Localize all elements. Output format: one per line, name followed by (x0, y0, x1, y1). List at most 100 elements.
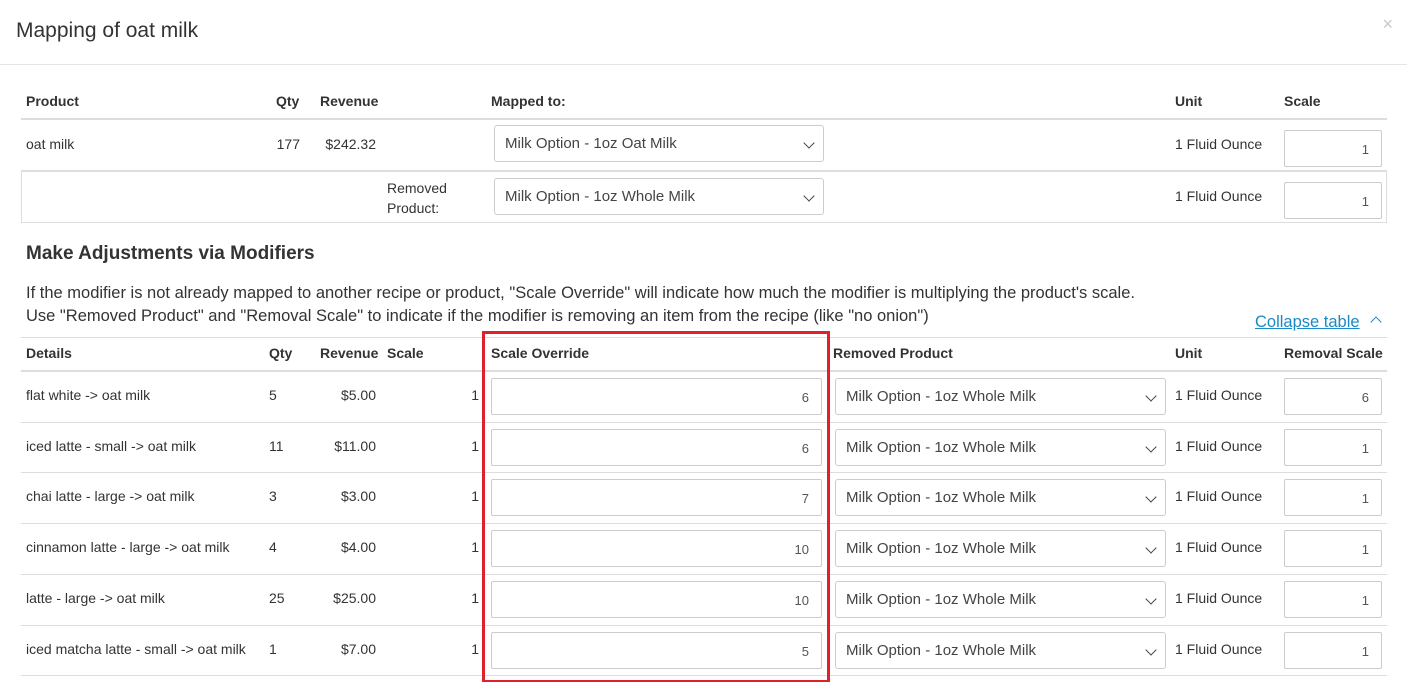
scale-override-input[interactable]: 6 (491, 378, 822, 415)
removed-product-value: Milk Option - 1oz Whole Milk (846, 591, 1037, 608)
modifier-details: chai latte - large -> oat milk (26, 488, 195, 504)
header-scale: Scale (387, 345, 424, 361)
chevron-down-icon (803, 190, 815, 202)
chevron-up-icon (1370, 316, 1382, 328)
unit-value: 1 Fluid Ounce (1175, 641, 1263, 657)
removed-product-value: Milk Option - 1oz Whole Milk (846, 388, 1037, 405)
header-product: Product (26, 93, 79, 109)
removal-scale-input[interactable]: 1 (1284, 479, 1382, 516)
removed-product-select[interactable]: Milk Option - 1oz Whole Milk (835, 429, 1166, 466)
divider (21, 170, 22, 222)
mapped-to-select[interactable]: Milk Option - 1oz Oat Milk (494, 125, 824, 162)
modifier-scale: 1 (471, 387, 479, 403)
divider (21, 370, 1387, 372)
modifier-details: cinnamon latte - large -> oat milk (26, 539, 230, 555)
modifier-revenue: $4.00 (340, 539, 376, 555)
divider (21, 222, 1387, 223)
removed-label-line1: Removed (387, 180, 447, 196)
chevron-down-icon (803, 137, 815, 149)
divider (1386, 170, 1387, 222)
modifier-qty: 5 (269, 387, 277, 403)
collapse-table-link[interactable]: Collapse table (1255, 313, 1360, 332)
removed-product-select[interactable]: Milk Option - 1oz Whole Milk (835, 378, 1166, 415)
removed-product-value: Milk Option - 1oz Whole Milk (846, 439, 1037, 456)
unit-value: 1 Fluid Ounce (1175, 136, 1263, 152)
header-qty: Qty (276, 93, 300, 109)
modifier-qty: 3 (269, 488, 277, 504)
unit-value: 1 Fluid Ounce (1175, 539, 1263, 555)
modifier-revenue: $25.00 (333, 590, 376, 606)
modifier-scale: 1 (471, 641, 479, 657)
scale-input[interactable]: 1 (1284, 130, 1382, 167)
scale-override-input[interactable]: 6 (491, 429, 822, 466)
product-name: oat milk (26, 136, 75, 152)
close-icon[interactable]: × (1382, 14, 1393, 35)
scale-override-input[interactable]: 7 (491, 479, 822, 516)
section-title: Make Adjustments via Modifiers (26, 243, 315, 264)
chevron-down-icon (1145, 491, 1157, 503)
modifier-qty: 1 (269, 641, 277, 657)
divider (21, 118, 1387, 120)
removed-product-select[interactable]: Milk Option - 1oz Whole Milk (835, 632, 1166, 669)
scale-override-input[interactable]: 5 (491, 632, 822, 669)
removed-product-select[interactable]: Milk Option - 1oz Whole Milk (494, 178, 824, 215)
removed-product-value: Milk Option - 1oz Whole Milk (505, 188, 696, 205)
removal-scale-input[interactable]: 1 (1284, 530, 1382, 567)
removal-scale-input[interactable]: 1 (1284, 581, 1382, 618)
removed-scale-input[interactable]: 1 (1284, 182, 1382, 219)
modifier-revenue: $3.00 (340, 488, 376, 504)
removed-product-select[interactable]: Milk Option - 1oz Whole Milk (835, 581, 1166, 618)
removed-product-value: Milk Option - 1oz Whole Milk (846, 540, 1037, 557)
divider (21, 472, 1387, 473)
divider (21, 675, 1387, 676)
modifier-scale: 1 (471, 590, 479, 606)
section-description: If the modifier is not already mapped to… (26, 284, 1135, 325)
removal-scale-input[interactable]: 1 (1284, 632, 1382, 669)
chevron-down-icon (1145, 542, 1157, 554)
product-revenue: $242.32 (325, 136, 376, 152)
modifier-scale: 1 (471, 438, 479, 454)
unit-value: 1 Fluid Ounce (1175, 488, 1263, 504)
chevron-down-icon (1145, 441, 1157, 453)
modifier-details: iced latte - small -> oat milk (26, 438, 196, 454)
removal-scale-input[interactable]: 6 (1284, 378, 1382, 415)
removal-scale-input[interactable]: 1 (1284, 429, 1382, 466)
unit-value: 1 Fluid Ounce (1175, 590, 1263, 606)
removed-product-value: Milk Option - 1oz Whole Milk (846, 489, 1037, 506)
removed-product-select[interactable]: Milk Option - 1oz Whole Milk (835, 530, 1166, 567)
modifier-revenue: $11.00 (334, 438, 376, 454)
chevron-down-icon (1145, 593, 1157, 605)
header-removed-product: Removed Product (833, 345, 953, 361)
header-qty: Qty (269, 345, 293, 361)
header-revenue: Revenue (320, 345, 379, 361)
header-unit: Unit (1175, 93, 1203, 109)
modifier-qty: 25 (269, 590, 285, 606)
removed-product-select[interactable]: Milk Option - 1oz Whole Milk (835, 479, 1166, 516)
header-unit: Unit (1175, 345, 1203, 361)
divider (21, 422, 1387, 423)
modifier-details: iced matcha latte - small -> oat milk (26, 641, 246, 657)
modifier-scale: 1 (471, 488, 479, 504)
modal-title: Mapping of oat milk (16, 19, 199, 42)
header-scale: Scale (1284, 93, 1321, 109)
chevron-down-icon (1145, 644, 1157, 656)
modifier-qty: 11 (269, 438, 284, 454)
removed-product-label: Removed Product: (387, 178, 447, 218)
removed-label-line2: Product: (387, 200, 440, 216)
scale-override-input[interactable]: 10 (491, 530, 822, 567)
modifier-details: flat white -> oat milk (26, 387, 151, 403)
header-scale-override: Scale Override (491, 345, 590, 361)
header-details: Details (26, 345, 72, 361)
removed-product-value: Milk Option - 1oz Whole Milk (846, 642, 1037, 659)
header-mapped-to: Mapped to: (491, 93, 566, 109)
modifier-scale: 1 (471, 539, 479, 555)
scale-override-input[interactable]: 10 (491, 581, 822, 618)
product-qty: 177 (276, 136, 300, 152)
mapped-to-value: Milk Option - 1oz Oat Milk (505, 135, 677, 152)
divider (21, 523, 1387, 524)
modifier-revenue: $5.00 (340, 387, 376, 403)
divider (21, 625, 1387, 626)
modifier-details: latte - large -> oat milk (26, 590, 165, 606)
modifier-qty: 4 (269, 539, 277, 555)
divider (21, 170, 1387, 172)
